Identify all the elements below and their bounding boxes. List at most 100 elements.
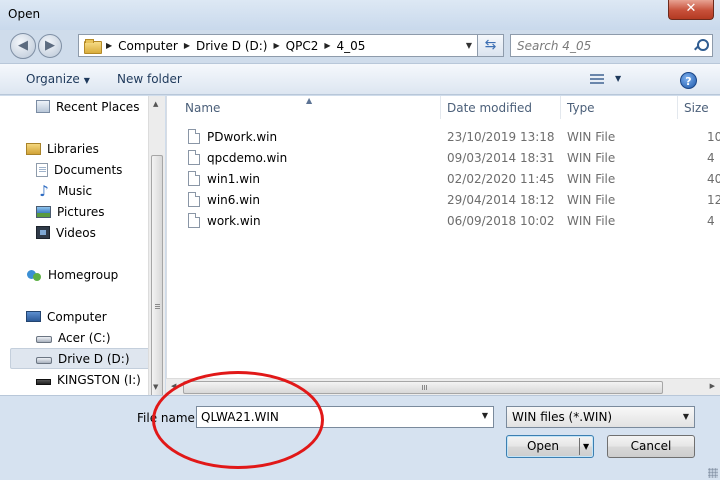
column-header-date-modified[interactable]: Date modified [441,96,561,119]
command-toolbar: Organize ▼ New folder ▼ ? [0,63,720,95]
documents-icon [36,162,48,177]
breadcrumb-drive-d[interactable]: Drive D (D:) [196,39,268,53]
close-button[interactable]: ✕ [668,0,714,20]
nav-item-label: Homegroup [48,267,119,282]
computer-icon [26,311,41,322]
file-type: WIN File [567,172,616,186]
resize-grip-icon[interactable] [708,468,718,478]
nav-item-drive-d[interactable]: Drive D (D:) [10,348,157,369]
view-options-icon[interactable] [590,74,604,86]
file-row[interactable]: work.win 06/09/2018 10:02 WIN File 4 [179,211,720,232]
scroll-left-icon[interactable]: ◀ [171,382,176,390]
forward-button[interactable]: ▶ [38,34,62,58]
title-bar: Open ✕ [0,0,720,30]
split-divider [579,438,580,455]
file-icon [188,150,200,165]
chevron-down-icon: ▼ [83,76,90,85]
nav-item-label: Documents [54,162,123,177]
nav-item-label: KINGSTON (I:) [57,372,141,387]
new-folder-button[interactable]: New folder [117,72,182,86]
file-name-combobox[interactable]: ▼ [196,406,494,428]
usb-drive-icon [36,378,51,385]
breadcrumb-qpc2[interactable]: QPC2 [286,39,319,53]
breadcrumb-4-05[interactable]: 4_05 [337,39,366,53]
file-icon [188,192,200,207]
search-icon[interactable] [694,39,709,51]
scroll-down-icon[interactable]: ▼ [153,383,158,391]
column-header-name[interactable]: Name [179,96,441,119]
file-size: 12 [707,193,720,207]
organize-button[interactable]: Organize ▼ [26,72,90,86]
scrollbar-thumb[interactable] [183,381,663,394]
grip-icon [422,385,428,390]
cancel-button[interactable]: Cancel [607,435,695,458]
file-date: 02/02/2020 11:45 [447,172,555,186]
column-header-type[interactable]: Type [561,96,678,119]
scrollbar-thumb[interactable] [151,155,163,433]
refresh-button[interactable]: ⇆ [478,34,504,57]
file-type: WIN File [567,193,616,207]
breadcrumb-separator-icon[interactable]: ▶ [273,41,279,50]
file-row[interactable]: PDwork.win 23/10/2019 13:18 WIN File 102 [179,127,720,148]
scroll-up-icon[interactable]: ▲ [153,100,158,108]
nav-item-label: Computer [47,309,107,324]
view-dropdown-icon[interactable]: ▼ [615,74,621,83]
file-row[interactable]: win1.win 02/02/2020 11:45 WIN File 40 [179,169,720,190]
file-type-select[interactable]: WIN files (*.WIN) ▼ [506,406,695,428]
music-icon: ♪ [39,181,49,200]
scroll-right-icon[interactable]: ▶ [710,382,715,390]
window-title: Open [8,7,41,21]
file-size: 4 [707,214,715,228]
breadcrumb-separator-icon[interactable]: ▶ [106,41,112,50]
grip-icon [155,304,160,309]
homegroup-icon [26,267,42,283]
file-date: 29/04/2014 18:12 [447,193,555,207]
nav-item-label: Libraries [47,141,99,156]
file-icon [188,213,200,228]
nav-item-label: Videos [56,225,96,240]
videos-icon [36,226,50,239]
file-name-label: File name: [137,411,199,425]
file-date: 23/10/2019 13:18 [447,130,555,144]
organize-label: Organize [26,72,80,86]
file-type: WIN File [567,130,616,144]
libraries-icon [26,142,41,155]
file-row[interactable]: win6.win 29/04/2014 18:12 WIN File 12 [179,190,720,211]
breadcrumb-separator-icon[interactable]: ▶ [184,41,190,50]
search-box[interactable] [510,34,713,57]
column-header-size[interactable]: Size [678,96,720,119]
file-name-input[interactable] [201,409,471,425]
file-date: 09/03/2014 18:31 [447,151,555,165]
file-name: qpcdemo.win [207,151,288,165]
open-button[interactable]: Open ▼ [506,435,594,458]
nav-item-label: Recent Places [56,99,140,114]
address-dropdown-icon[interactable]: ▼ [466,41,472,50]
file-row[interactable]: qpcdemo.win 09/03/2014 18:31 WIN File 4 [179,148,720,169]
file-icon [188,129,200,144]
navigation-scrollbar[interactable]: ▲ ▼ [148,96,165,433]
recent-places-icon [36,100,50,113]
nav-item-label: Drive D (D:) [58,351,130,366]
horizontal-scrollbar[interactable]: ◀ ▶ [166,378,720,395]
search-input[interactable] [517,38,687,54]
chevron-down-icon[interactable]: ▼ [482,411,488,420]
open-button-label: Open [526,439,560,453]
open-options-dropdown-icon[interactable]: ▼ [583,436,589,457]
file-date: 06/09/2018 10:02 [447,214,555,228]
folder-icon [84,39,102,54]
file-name: PDwork.win [207,130,278,144]
nav-item-label: Pictures [57,204,105,219]
breadcrumb-separator-icon[interactable]: ▶ [324,41,330,50]
file-size: 4 [707,151,715,165]
help-icon[interactable]: ? [680,72,697,89]
drive-icon [36,357,52,364]
chevron-down-icon: ▼ [682,412,689,421]
pictures-icon [36,205,51,218]
navigation-pane: Recent Places Libraries Documents ♪ Music… [0,96,165,395]
address-bar[interactable]: ▶ Computer ▶ Drive D (D:) ▶ QPC2 ▶ 4_05 … [78,34,478,57]
dialog-footer: File name: ▼ WIN files (*.WIN) ▼ Open ▼ … [0,395,720,480]
nav-item-label: Acer (C:) [58,330,111,345]
breadcrumb-computer[interactable]: Computer [118,39,178,53]
back-button[interactable]: ◀ [10,33,36,59]
file-type: WIN File [567,214,616,228]
